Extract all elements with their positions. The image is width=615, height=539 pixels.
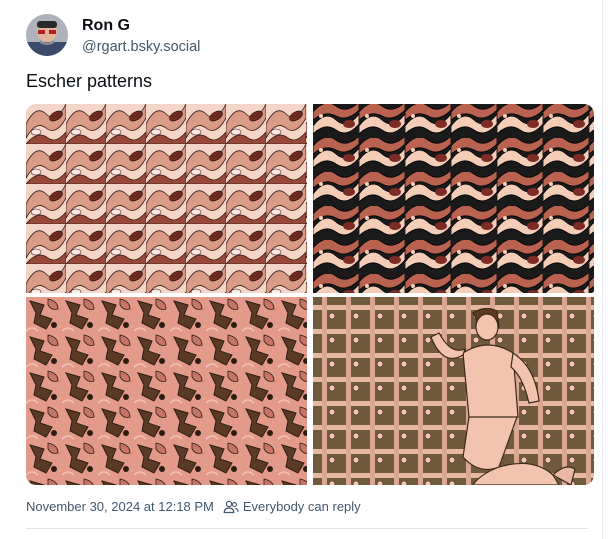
post-card: Ron G @rgart.bsky.social Escher patterns [0, 0, 615, 539]
post-timestamp[interactable]: November 30, 2024 at 12:18 PM [26, 499, 214, 514]
handle[interactable]: @rgart.bsky.social [82, 37, 200, 57]
image-pattern-figure-on-grid[interactable] [313, 297, 594, 485]
image-pattern-brown-pink-tiles[interactable] [26, 297, 307, 485]
display-name[interactable]: Ron G [82, 16, 200, 36]
reply-setting[interactable]: Everybody can reply [243, 499, 361, 514]
divider [26, 528, 588, 529]
author-names: Ron G @rgart.bsky.social [82, 16, 200, 57]
people-icon [223, 500, 239, 514]
image-pattern-stripes-black[interactable] [313, 104, 594, 293]
avatar[interactable] [26, 14, 68, 56]
image-pattern-pink-brown-swirl[interactable] [26, 104, 307, 293]
card-edge [602, 0, 603, 539]
post-meta: November 30, 2024 at 12:18 PM Everybody … [26, 499, 361, 514]
image-gallery [26, 104, 594, 485]
post-text: Escher patterns [26, 71, 153, 91]
